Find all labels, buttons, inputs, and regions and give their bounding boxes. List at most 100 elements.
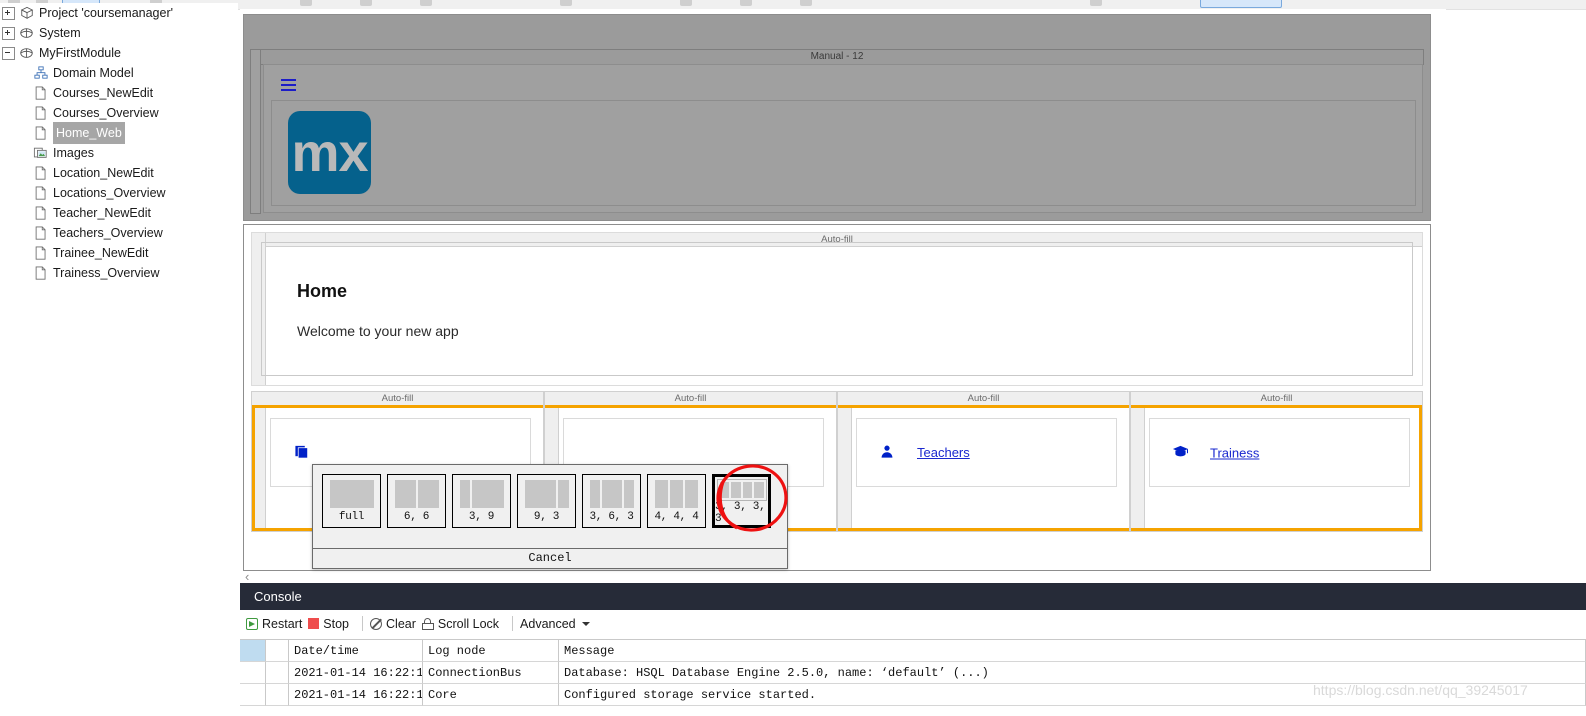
layout-option-label: 3, 3, 3, 3 — [715, 501, 766, 525]
scroll-left-chevron[interactable]: ‹ — [245, 569, 249, 584]
log-column-header[interactable] — [240, 640, 266, 662]
hamburger-menu-icon[interactable] — [281, 79, 296, 91]
toolbar-button[interactable] — [360, 0, 372, 6]
layout-option-full[interactable]: full — [322, 474, 381, 528]
page-subtitle: Welcome to your new app — [297, 323, 459, 339]
layout-thumbnail — [716, 479, 767, 501]
toolbar-button[interactable] — [300, 0, 312, 6]
page-icon — [32, 205, 49, 221]
log-column-header[interactable] — [266, 640, 289, 662]
log-cell: 2021-01-14 16:22:18... — [289, 662, 423, 684]
column-card[interactable]: Teachers — [856, 418, 1117, 487]
toolbar-button[interactable] — [1090, 0, 1102, 6]
log-column-header[interactable]: Log node — [423, 640, 559, 662]
chevron-down-icon — [581, 621, 590, 626]
log-cell: Database: HSQL Database Engine 2.5.0, na… — [559, 662, 1586, 684]
tree-item-location-newedit[interactable]: Location_NewEdit — [0, 163, 238, 183]
advanced-menu[interactable]: Advanced — [520, 617, 590, 631]
tree-item-label: Home_Web — [53, 122, 125, 144]
column-card[interactable]: Trainess — [1149, 418, 1410, 487]
collapse-icon[interactable] — [2, 46, 15, 60]
logo-region[interactable]: mx — [271, 100, 1416, 206]
tree-item-label: Trainee_NewEdit — [53, 246, 149, 260]
tree-item-label: MyFirstModule — [39, 46, 121, 60]
toolbar-selected-button-2[interactable] — [1200, 0, 1282, 8]
log-table-row[interactable]: 2021-01-14 16:22:18...ConnectionBusDatab… — [240, 662, 1586, 684]
clear-button[interactable]: Clear — [370, 617, 416, 631]
home-container[interactable]: Auto-fill Home Welcome to your new app — [251, 232, 1423, 386]
tree-item-courses-newedit[interactable]: Courses_NewEdit — [0, 83, 238, 103]
app-window: Project 'coursemanager' System MyFirstModu… — [0, 0, 1586, 716]
watermark: https://blog.csdn.net/qq_39245017 — [1313, 682, 1528, 698]
console-log-table[interactable]: Date/time Log node Message 2021-01-14 16:22… — [240, 639, 1586, 716]
tree-item-trainee-newedit[interactable]: Trainee_NewEdit — [0, 243, 238, 263]
manual-layout-label: Manual - 12 — [250, 49, 1424, 65]
layout-option-6-6[interactable]: 6, 6 — [387, 474, 446, 528]
tree-item-courses-overview[interactable]: Courses_Overview — [0, 103, 238, 123]
log-column-header[interactable]: Date/time — [289, 640, 423, 662]
expand-icon[interactable] — [2, 6, 15, 20]
home-content[interactable]: Home Welcome to your new app — [261, 242, 1413, 376]
tree-item-myfirstmodule[interactable]: MyFirstModule — [0, 43, 238, 63]
toolbar-button[interactable] — [740, 0, 752, 6]
layout-option-label: 3, 6, 3 — [589, 511, 634, 523]
module-icon — [18, 45, 35, 61]
tree-item-home-web[interactable]: Home_Web — [0, 122, 238, 144]
log-column-header[interactable]: Message — [559, 640, 1586, 662]
layout-option-9-3[interactable]: 9, 3 — [517, 474, 576, 528]
clear-icon — [370, 617, 383, 630]
column-link[interactable]: Trainess — [1210, 445, 1259, 460]
layout-option-4-4-4[interactable]: 4, 4, 4 — [647, 474, 706, 528]
layout-thumbnail — [329, 480, 374, 508]
stop-button[interactable]: Stop — [308, 617, 349, 631]
tree-item-project-coursemanager[interactable]: Project 'coursemanager' — [0, 3, 238, 23]
tree-item-trainess-overview[interactable]: Trainess_Overview — [0, 263, 238, 283]
layout-gutter — [250, 49, 261, 214]
header-region[interactable]: mx — [263, 64, 1423, 213]
layout-column-4[interactable]: Auto-fill Trainess — [1130, 391, 1423, 532]
layout-option-list[interactable]: full 6, 6 3, 9 9, 3 3, 6, 3 4, 4, 4 3, 3, 3, 3 — [322, 474, 771, 528]
log-cell: ConnectionBus — [423, 662, 559, 684]
toolbar-button[interactable] — [420, 0, 432, 6]
tree-item-teachers-overview[interactable]: Teachers_Overview — [0, 223, 238, 243]
column-gutter — [252, 405, 266, 531]
page-icon — [32, 105, 49, 121]
log-cell — [240, 684, 266, 706]
layout-picker-popup[interactable]: full 6, 6 3, 9 9, 3 3, 6, 3 4, 4, 4 3, 3, 3, 3… — [312, 464, 788, 569]
tree-item-label: Project 'coursemanager' — [39, 6, 174, 20]
page-title: Home — [297, 281, 348, 301]
toolbar-button[interactable] — [560, 0, 572, 6]
page-icon — [32, 245, 49, 261]
layout-option-3-6-3[interactable]: 3, 6, 3 — [582, 474, 641, 528]
tree-item-system[interactable]: System — [0, 23, 238, 43]
toolbar-button[interactable] — [680, 0, 692, 6]
column-link[interactable]: Teachers — [917, 445, 970, 460]
console-toolbar[interactable]: Restart Stop Clear Scroll Lock Advanced — [240, 610, 1586, 637]
expand-icon[interactable] — [2, 26, 15, 40]
page-icon — [32, 85, 49, 101]
person-icon — [873, 444, 901, 462]
restart-button[interactable]: Restart — [246, 617, 302, 631]
toolbar-divider-2 — [512, 616, 514, 631]
scroll-lock-button[interactable]: Scroll Lock — [421, 617, 499, 631]
tree-item-domain-model[interactable]: Domain Model — [0, 63, 238, 83]
layout-option-label: 3, 9 — [468, 511, 495, 523]
tree-item-locations-overview[interactable]: Locations_Overview — [0, 183, 238, 203]
mx-logo: mx — [288, 111, 371, 194]
tree-item-images[interactable]: Images — [0, 143, 238, 163]
layout-option-3-3-3-3[interactable]: 3, 3, 3, 3 — [712, 474, 771, 528]
cancel-button[interactable]: Cancel — [313, 548, 787, 568]
column-autofill-label: Auto-fill — [1131, 392, 1422, 406]
restart-icon — [246, 617, 258, 630]
toolbar-button[interactable] — [800, 0, 812, 6]
layout-thumbnail — [589, 480, 634, 508]
layout-option-3-9[interactable]: 3, 9 — [452, 474, 511, 528]
project-tree[interactable]: Project 'coursemanager' System MyFirstModu… — [0, 3, 238, 716]
tree-item-teacher-newedit[interactable]: Teacher_NewEdit — [0, 203, 238, 223]
layout-thumbnail — [394, 480, 439, 508]
layout-column-3[interactable]: Auto-fill Teachers — [837, 391, 1130, 532]
